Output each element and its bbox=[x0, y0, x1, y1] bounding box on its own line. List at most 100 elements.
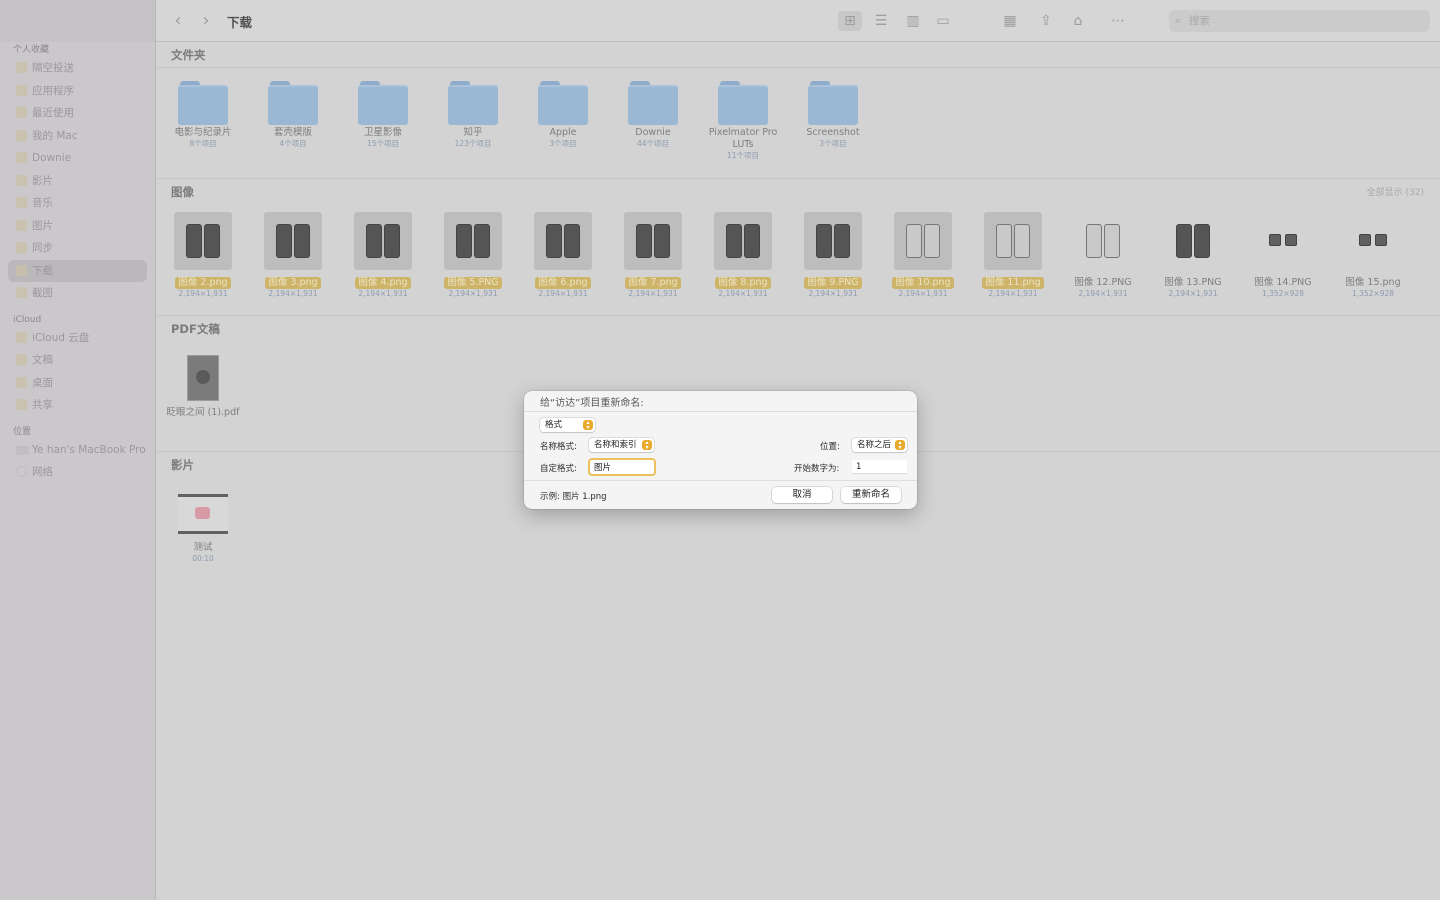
back-icon[interactable]: ‹ bbox=[171, 11, 185, 31]
sidebar-item[interactable]: 截图 bbox=[0, 282, 155, 305]
column-view-icon[interactable]: ▥ bbox=[901, 11, 925, 31]
cancel-button[interactable]: 取消 bbox=[772, 487, 832, 503]
folder-item[interactable]: Pixelmator Pro LUTs 11个项目 bbox=[698, 81, 788, 161]
sidebar-item-label: iCloud 云盘 bbox=[32, 331, 90, 344]
sidebar-item[interactable]: 隔空投送 bbox=[0, 57, 155, 80]
sidebar-item[interactable]: Ye han's MacBook Pro bbox=[0, 439, 155, 462]
sidebar-item[interactable]: 我的 Mac bbox=[0, 125, 155, 148]
custom-format-input[interactable] bbox=[590, 460, 654, 474]
image-item[interactable]: 图像 12.PNG 2,194×1,931 bbox=[1058, 212, 1148, 299]
pdf-thumbnail bbox=[187, 355, 219, 401]
sidebar-item[interactable]: Downie bbox=[0, 147, 155, 170]
image-item[interactable]: 图像 7.png 2,194×1,931 bbox=[608, 212, 698, 299]
image-item[interactable]: 图像 13.PNG 2,194×1,931 bbox=[1148, 212, 1238, 299]
image-item[interactable]: 图像 9.PNG 2,194×1,931 bbox=[788, 212, 878, 299]
example-text: 示例: 图片 1.png bbox=[540, 492, 607, 502]
movie-item[interactable]: 测试 00:10 bbox=[158, 486, 248, 564]
music-icon bbox=[16, 197, 27, 208]
sidebar-item[interactable]: 图片 bbox=[0, 215, 155, 238]
sidebar-item[interactable]: 影片 bbox=[0, 170, 155, 193]
shared-folder-icon bbox=[16, 399, 27, 410]
more-actions-icon[interactable]: ⋯ bbox=[1102, 11, 1134, 31]
image-thumbnail bbox=[804, 212, 862, 270]
folder-item[interactable]: 套壳模版 4个项目 bbox=[248, 81, 338, 149]
share-icon[interactable]: ⇪ bbox=[1036, 11, 1056, 31]
folder-item[interactable]: Screenshot 3个项目 bbox=[788, 81, 878, 149]
icloud-list: iCloud 云盘文稿 桌面 共享 bbox=[0, 327, 155, 417]
chevron-updown-icon: ▴ ▾ bbox=[895, 440, 905, 451]
image-item[interactable]: 图像 4.png 2,194×1,931 bbox=[338, 212, 428, 299]
image-item[interactable]: 图像 5.PNG 2,194×1,931 bbox=[428, 212, 518, 299]
image-item[interactable]: 图像 6.png 2,194×1,931 bbox=[518, 212, 608, 299]
file-name-wrap: 图像 11.png bbox=[968, 270, 1058, 289]
image-item[interactable]: 图像 14.PNG 1,352×928 bbox=[1238, 212, 1328, 299]
file-name: 图像 13.PNG bbox=[1164, 277, 1222, 288]
sidebar-item[interactable]: 桌面 bbox=[0, 372, 155, 395]
sidebar-item[interactable]: 网络 bbox=[0, 461, 155, 484]
rename-button[interactable]: 重新命名 bbox=[841, 487, 901, 503]
gallery-view-icon[interactable]: ▭ bbox=[931, 11, 955, 31]
sidebar-item[interactable]: 共享 bbox=[0, 394, 155, 417]
position-popup[interactable]: 名称之后 ▴ ▾ bbox=[852, 438, 907, 452]
screenshot-preview bbox=[834, 224, 850, 258]
image-item[interactable]: 图像 2.png 2,194×1,931 bbox=[158, 212, 248, 299]
list-view-icon[interactable]: ☰ bbox=[869, 11, 893, 31]
sidebar-item[interactable]: 最近使用 bbox=[0, 102, 155, 125]
image-thumbnail bbox=[624, 212, 682, 270]
rename-mode-popup[interactable]: 格式 ▴ ▾ bbox=[540, 418, 595, 432]
sidebar-item[interactable]: 文稿 bbox=[0, 349, 155, 372]
image-item[interactable]: 图像 11.png 2,194×1,931 bbox=[968, 212, 1058, 299]
search-field[interactable]: ⌕ bbox=[1169, 10, 1430, 32]
name-format-popup[interactable]: 名称和索引 ▴ ▾ bbox=[589, 438, 654, 452]
file-name: 图像 9.PNG bbox=[804, 277, 862, 289]
image-dimensions: 2,194×1,931 bbox=[178, 289, 228, 298]
screenshot-preview bbox=[186, 224, 202, 258]
folder-body bbox=[268, 85, 318, 125]
dialog-title: 给“访达”项目重新命名: bbox=[540, 398, 644, 409]
file-name-wrap: 图像 4.png bbox=[338, 270, 428, 289]
image-item[interactable]: 图像 8.png 2,194×1,931 bbox=[698, 212, 788, 299]
sidebar-item-label: 我的 Mac bbox=[32, 129, 78, 142]
folder-body bbox=[628, 85, 678, 125]
pictures-icon bbox=[16, 219, 27, 231]
tag-icon[interactable]: ⌂ bbox=[1068, 11, 1088, 31]
screenshot-preview bbox=[1285, 234, 1297, 246]
file-name: 套壳模版 bbox=[273, 127, 312, 138]
search-input[interactable] bbox=[1189, 13, 1419, 29]
screenshot-preview bbox=[366, 224, 382, 258]
screenshot-preview bbox=[474, 224, 490, 258]
folder-icon bbox=[16, 152, 27, 163]
sidebar-item[interactable]: 下载 bbox=[8, 259, 147, 282]
file-name-wrap: 图像 3.png bbox=[248, 270, 338, 289]
file-name: 图像 15.png bbox=[1345, 277, 1401, 288]
folder-item[interactable]: 卫星影像 15个项目 bbox=[338, 81, 428, 149]
name-format-label: 名称格式: bbox=[540, 442, 577, 452]
folder-item[interactable]: 电影与纪录片 8个项目 bbox=[158, 81, 248, 149]
group-by-icon[interactable]: ▦ bbox=[992, 11, 1028, 31]
sidebar-item[interactable]: 同步 bbox=[0, 237, 155, 260]
folder-body bbox=[538, 85, 588, 125]
show-all-link[interactable]: 全部显示 (32) bbox=[1367, 185, 1424, 198]
sidebar-item[interactable]: 音乐 bbox=[0, 192, 155, 215]
sidebar-item[interactable]: iCloud 云盘 bbox=[0, 327, 155, 350]
start-number-input[interactable] bbox=[852, 460, 907, 474]
sidebar-item[interactable]: 应用程序 bbox=[0, 80, 155, 103]
folder-icon bbox=[448, 81, 498, 125]
rename-dialog: 给“访达”项目重新命名: 格式 ▴ ▾ 名称格式: 名称和索引 ▴ ▾ 位置: 名称… bbox=[524, 391, 917, 509]
image-item[interactable]: 图像 10.png 2,194×1,931 bbox=[878, 212, 968, 299]
icon-view-icon[interactable]: ⊞ bbox=[838, 11, 862, 31]
image-item[interactable]: 图像 15.png 1,352×928 bbox=[1328, 212, 1418, 299]
file-name: 图像 2.png bbox=[175, 277, 231, 289]
file-name-wrap: 图像 5.PNG bbox=[428, 270, 518, 289]
screenshot-preview bbox=[906, 224, 922, 258]
folder-item[interactable]: 知乎 123个项目 bbox=[428, 81, 518, 149]
pdf-item[interactable]: 眨眼之间 (1).pdf bbox=[158, 349, 248, 419]
file-name: 图像 12.PNG bbox=[1074, 277, 1132, 288]
item-count: 15个项目 bbox=[366, 139, 400, 148]
file-name: Pixelmator Pro LUTs bbox=[708, 127, 778, 150]
image-item[interactable]: 图像 3.png 2,194×1,931 bbox=[248, 212, 338, 299]
forward-icon[interactable]: › bbox=[199, 11, 213, 31]
folder-item[interactable]: Downie 44个项目 bbox=[608, 81, 698, 149]
folder-icon bbox=[628, 81, 678, 125]
folder-item[interactable]: Apple 3个项目 bbox=[518, 81, 608, 149]
